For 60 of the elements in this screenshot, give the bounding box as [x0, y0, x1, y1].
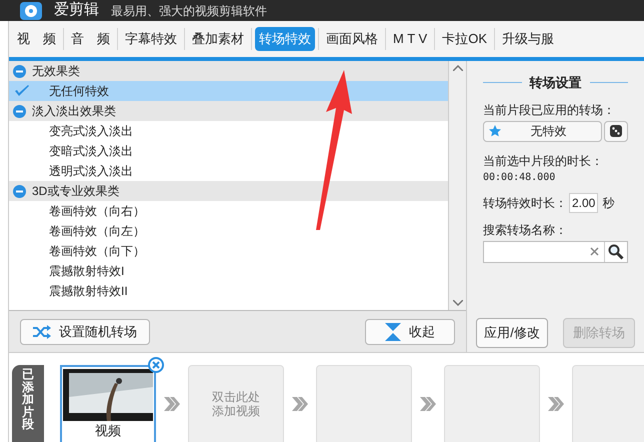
- app-tagline: 最易用、强大的视频剪辑软件: [111, 2, 267, 20]
- scrollbar[interactable]: [448, 61, 466, 310]
- tab[interactable]: M T V: [389, 27, 432, 51]
- panel-title: 转场设置: [530, 74, 582, 92]
- chevron-icon: [548, 396, 564, 410]
- field-label: 搜索转场名称：: [483, 222, 568, 238]
- collapse-icon[interactable]: [13, 104, 26, 118]
- chevron-icon: [292, 396, 308, 410]
- shuffle-icon: [33, 324, 51, 338]
- clear-icon[interactable]: [590, 247, 599, 256]
- unit-label: 秒: [602, 194, 614, 212]
- video-clip[interactable]: 视频: [60, 365, 156, 442]
- effect-item[interactable]: 震撼散射特效II: [9, 281, 448, 301]
- tab[interactable]: 字幕特效: [121, 27, 181, 51]
- collapse-icon[interactable]: [13, 184, 26, 198]
- chevron-icon: [164, 396, 180, 410]
- collapse-arrows-icon: [385, 322, 401, 340]
- tab[interactable]: 升级与服: [498, 27, 558, 51]
- star-icon: [489, 125, 501, 137]
- effect-item[interactable]: 卷画特效（向左）: [9, 221, 448, 241]
- random-transition-button[interactable]: 设置随机转场: [20, 318, 150, 344]
- field-label: 当前选中片段的时长：: [483, 152, 604, 170]
- dice-icon: [609, 124, 623, 138]
- tab[interactable]: 叠加素材: [188, 27, 248, 51]
- chevron-icon: [420, 396, 436, 410]
- effect-item[interactable]: 震撼散射特效I: [9, 261, 448, 281]
- duration-value: 00:00:48.000: [483, 170, 556, 184]
- effect-item[interactable]: 透明式淡入淡出: [9, 161, 448, 181]
- effect-item[interactable]: 无任何特效: [9, 81, 448, 101]
- timeline-label: 已添加片段: [12, 365, 44, 442]
- field-label: 转场特效时长：: [483, 194, 567, 212]
- tab[interactable]: 音 频: [67, 27, 114, 51]
- category-row[interactable]: 淡入淡出效果类: [9, 101, 448, 121]
- dice-button[interactable]: [604, 120, 628, 142]
- apply-button[interactable]: 应用/修改: [476, 318, 548, 348]
- category-row[interactable]: 无效果类: [9, 61, 448, 81]
- tab[interactable]: 画面风格: [322, 27, 382, 51]
- collapse-button[interactable]: 收起: [365, 318, 455, 344]
- applied-transition-field: 无特效: [483, 120, 602, 142]
- scroll-up-icon[interactable]: [452, 65, 462, 71]
- effect-item[interactable]: 卷画特效（向右）: [9, 201, 448, 221]
- remove-icon[interactable]: [148, 357, 164, 373]
- empty-clip-slot[interactable]: [572, 365, 644, 442]
- app-name: 爱剪辑: [54, 0, 99, 20]
- collapse-icon[interactable]: [13, 64, 26, 78]
- effect-item[interactable]: 变暗式淡入淡出: [9, 141, 448, 161]
- category-row[interactable]: 3D或专业效果类: [9, 181, 448, 201]
- field-label: 当前片段已应用的转场：: [483, 102, 616, 118]
- tab[interactable]: 视 频: [13, 27, 60, 51]
- tab[interactable]: 卡拉OK: [438, 27, 491, 51]
- effect-item[interactable]: 变亮式淡入淡出: [9, 121, 448, 141]
- empty-clip-slot[interactable]: [316, 365, 412, 442]
- tab[interactable]: 转场特效: [255, 27, 315, 51]
- duration-input[interactable]: 2.00: [569, 192, 598, 212]
- empty-clip-slot[interactable]: [444, 365, 540, 442]
- search-field[interactable]: [483, 240, 628, 262]
- search-icon[interactable]: [608, 244, 624, 260]
- scroll-down-icon[interactable]: [452, 300, 462, 306]
- effect-item[interactable]: 卷画特效（向下）: [9, 241, 448, 261]
- checkmark-icon: [15, 85, 29, 97]
